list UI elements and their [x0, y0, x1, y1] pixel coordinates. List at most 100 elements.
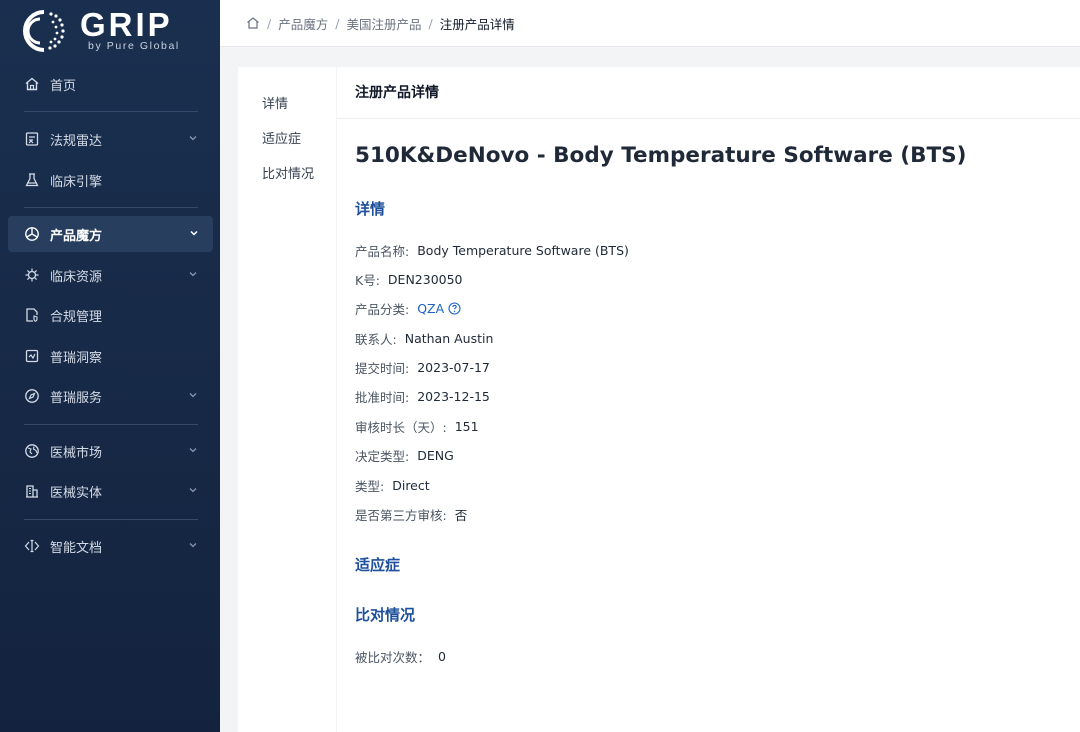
field-k-number: K号: DEN230050	[355, 270, 463, 289]
sidebar-item-clinical-resources[interactable]: 临床资源	[0, 257, 220, 293]
home-icon[interactable]	[246, 16, 260, 30]
field-third-party-review: 是否第三方审核: 否	[355, 505, 467, 524]
sidebar-item-label: 临床引擎	[50, 174, 103, 190]
breadcrumb-separator: /	[335, 15, 340, 31]
field-label: 类型:	[355, 479, 385, 494]
breadcrumb: / 产品魔方 / 美国注册产品 / 注册产品详情	[220, 0, 1080, 47]
sidebar-item-label: 医械市场	[50, 445, 103, 461]
regulation-icon	[24, 131, 40, 147]
logo-mark-icon	[23, 10, 65, 52]
field-label: 决定类型:	[355, 449, 410, 464]
sidebar-item-label: 智能文档	[50, 540, 103, 556]
sidebar-item-label: 普瑞洞察	[50, 350, 103, 366]
field-value: 151	[454, 419, 479, 434]
detail-panel: 注册产品详情 510K&DeNovo - Body Temperature So…	[337, 67, 1080, 732]
chevron-down-icon	[189, 393, 197, 398]
breadcrumb-item-us-products[interactable]: 美国注册产品	[346, 14, 421, 33]
field-label: 是否第三方审核:	[355, 508, 447, 523]
field-review-duration: 审核时长（天）: 151	[355, 417, 479, 436]
product-title: 510K&DeNovo - Body Temperature Software …	[355, 143, 967, 168]
field-value: 0	[438, 649, 446, 664]
sidebar-item-label: 医械实体	[50, 485, 103, 501]
field-value: Nathan Austin	[404, 331, 494, 346]
breadcrumb-current: 注册产品详情	[439, 16, 515, 32]
anchor-comparison[interactable]: 比对情况	[262, 163, 314, 182]
compass-icon	[24, 388, 40, 404]
sidebar-item-label: 产品魔方	[50, 228, 103, 244]
field-submission-date: 提交时间: 2023-07-17	[355, 358, 490, 377]
field-value: DENG	[417, 448, 454, 463]
panel-header: 注册产品详情	[337, 67, 1080, 119]
field-value: Body Temperature Software (BTS)	[417, 243, 629, 258]
field-product-classification: 产品分类: QZA	[355, 299, 461, 318]
field-label: 批准时间:	[355, 390, 410, 405]
brand-subtitle: by Pure Global	[88, 40, 180, 52]
code-doc-icon	[24, 538, 40, 554]
home-icon	[24, 76, 40, 92]
field-type: 类型: Direct	[355, 476, 430, 495]
sidebar-item-home[interactable]: 首页	[0, 66, 220, 102]
field-value: Direct	[392, 478, 430, 493]
sidebar-item-clinical-engine[interactable]: 临床引擎	[0, 162, 220, 198]
section-title-indications: 适应症	[355, 556, 401, 574]
field-product-name: 产品名称: Body Temperature Software (BTS)	[355, 241, 629, 260]
field-compare-count: 被比对次数： 0	[355, 647, 446, 666]
cube-icon	[24, 226, 40, 242]
breadcrumb-item-product-cube[interactable]: 产品魔方	[278, 14, 328, 33]
insight-icon	[24, 348, 40, 364]
anchor-nav: 详情 适应症 比对情况	[238, 67, 336, 732]
sidebar-item-regulation-radar[interactable]: 法规雷达	[0, 121, 220, 157]
sidebar-divider	[24, 519, 198, 520]
field-label: 产品名称:	[355, 244, 410, 259]
sidebar-item-device-entity[interactable]: 医械实体	[0, 473, 220, 509]
sidebar-item-smart-docs[interactable]: 智能文档	[0, 528, 220, 564]
anchor-details[interactable]: 详情	[262, 93, 288, 112]
sidebar-item-label: 法规雷达	[50, 133, 103, 149]
breadcrumb-separator: /	[428, 15, 433, 31]
field-label: K号:	[355, 273, 380, 288]
sidebar-divider	[24, 424, 198, 425]
chevron-down-icon	[189, 488, 197, 493]
document-shield-icon	[24, 307, 40, 323]
anchor-indications[interactable]: 适应症	[262, 128, 301, 147]
field-value: 否	[454, 508, 468, 523]
field-label: 产品分类:	[355, 302, 410, 317]
flask-icon	[24, 172, 40, 188]
field-value: 2023-12-15	[417, 389, 490, 404]
classification-link[interactable]: QZA	[417, 301, 444, 316]
sidebar: GRIP by Pure Global 首页 法规雷达 临床引擎 产品魔方 临床…	[0, 0, 220, 732]
sidebar-item-label: 临床资源	[50, 269, 103, 285]
field-decision-type: 决定类型: DENG	[355, 446, 454, 465]
field-value: DEN230050	[387, 272, 463, 287]
chevron-down-icon	[189, 543, 197, 548]
chevron-down-icon	[189, 272, 197, 277]
field-approval-date: 批准时间: 2023-12-15	[355, 387, 490, 406]
breadcrumb-separator: /	[267, 15, 272, 31]
logo[interactable]: GRIP by Pure Global	[18, 6, 203, 54]
chevron-down-icon	[189, 136, 197, 141]
section-title-comparison: 比对情况	[355, 606, 416, 624]
virus-icon	[24, 267, 40, 283]
sidebar-item-label: 合规管理	[50, 309, 103, 325]
field-label: 提交时间:	[355, 361, 410, 376]
sidebar-item-label: 首页	[50, 78, 77, 94]
panel-header-title: 注册产品详情	[355, 85, 439, 101]
sidebar-item-services[interactable]: 普瑞服务	[0, 378, 220, 414]
sidebar-item-device-market[interactable]: 医械市场	[0, 433, 220, 469]
help-circle-icon[interactable]	[448, 302, 461, 315]
field-label: 联系人:	[355, 332, 397, 347]
field-label: 审核时长（天）:	[355, 420, 447, 435]
sidebar-item-compliance[interactable]: 合规管理	[0, 297, 220, 333]
globe-icon	[24, 443, 40, 459]
sidebar-item-insight[interactable]: 普瑞洞察	[0, 338, 220, 374]
chevron-down-icon	[189, 448, 197, 453]
field-value: 2023-07-17	[417, 360, 490, 375]
sidebar-item-product-cube[interactable]: 产品魔方	[8, 216, 213, 252]
sidebar-divider	[24, 111, 198, 112]
sidebar-divider	[24, 207, 198, 208]
field-contact: 联系人: Nathan Austin	[355, 329, 493, 348]
section-title-details: 详情	[355, 200, 386, 218]
chevron-down-icon	[190, 230, 198, 236]
field-label: 被比对次数：	[355, 650, 431, 665]
brand-name: GRIP	[80, 6, 173, 43]
